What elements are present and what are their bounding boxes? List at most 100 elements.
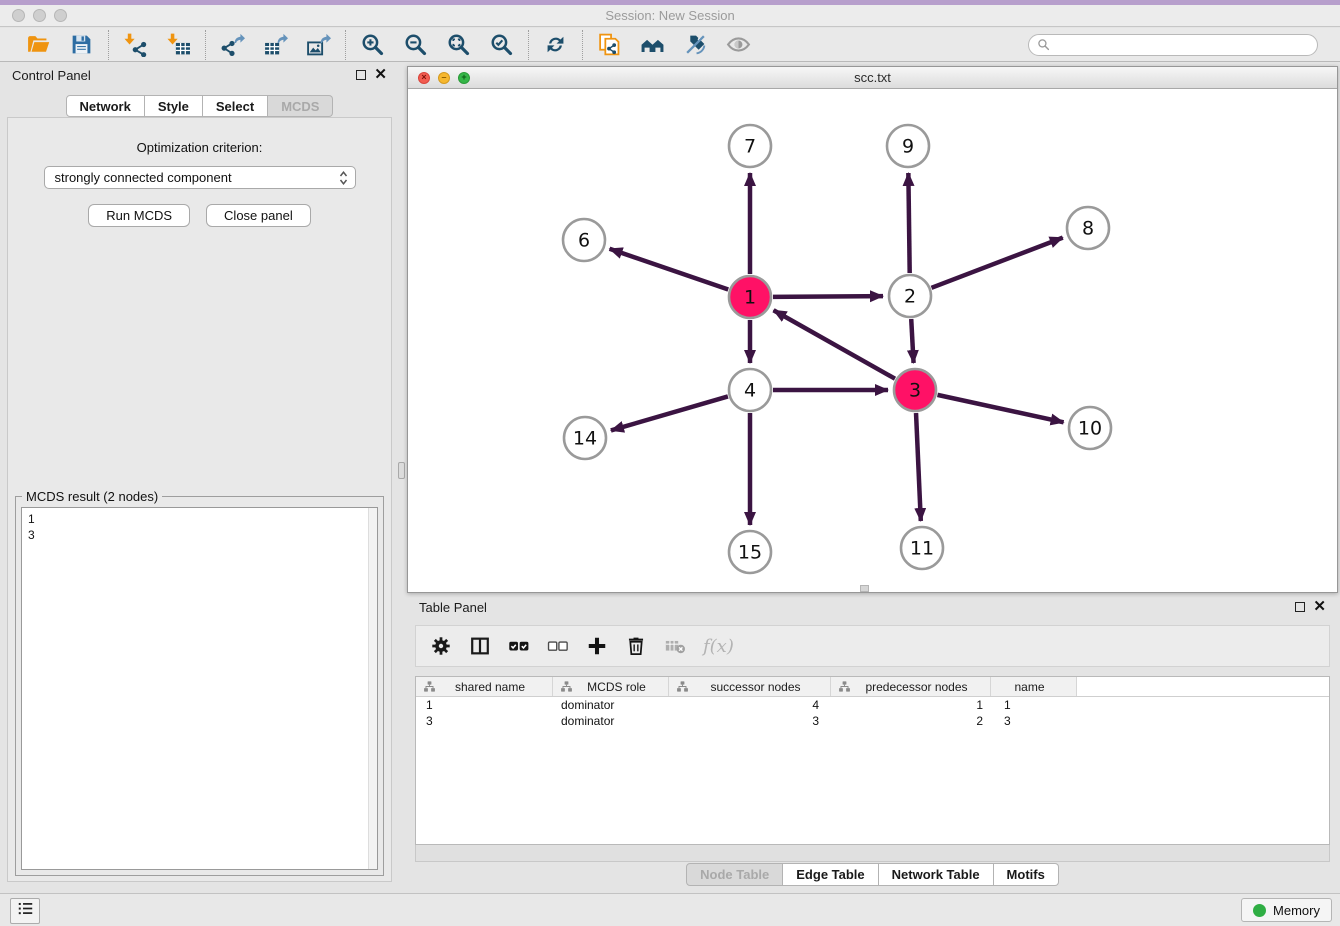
tab-select[interactable]: Select (203, 95, 268, 117)
tab-style[interactable]: Style (145, 95, 203, 117)
hide-labels-icon[interactable] (683, 32, 708, 57)
graph-node-9[interactable]: 9 (887, 125, 929, 167)
mcds-result-title: MCDS result (2 nodes) (22, 489, 162, 504)
table-cell[interactable]: 1 (416, 698, 553, 712)
home-icon[interactable] (640, 32, 665, 57)
network-resize-handle[interactable] (860, 585, 869, 592)
graph-node-3[interactable]: 3 (894, 369, 936, 411)
search-box[interactable] (1028, 34, 1318, 56)
save-session-icon[interactable] (69, 32, 94, 57)
export-table-icon[interactable] (263, 32, 288, 57)
delete-table-icon (664, 635, 686, 657)
memory-button[interactable]: Memory (1241, 898, 1332, 922)
graph-node-7[interactable]: 7 (729, 125, 771, 167)
graph-node-2[interactable]: 2 (889, 275, 931, 317)
column-header-shared-name[interactable]: shared name (416, 677, 553, 696)
zoom-in-icon[interactable] (360, 32, 385, 57)
close-table-panel-icon[interactable]: ✕ (1313, 602, 1326, 612)
import-table-icon[interactable] (166, 32, 191, 57)
panel-divider-handle[interactable] (398, 462, 405, 479)
mcds-result-area[interactable]: 13 (21, 507, 378, 870)
float-table-panel-icon[interactable] (1295, 602, 1305, 612)
column-header-MCDS-role[interactable]: MCDS role (553, 677, 669, 696)
memory-label: Memory (1273, 903, 1320, 918)
graph-edge-2-8[interactable] (931, 238, 1062, 288)
zoom-out-icon[interactable] (403, 32, 428, 57)
table-row[interactable]: 3dominator323 (416, 713, 1329, 729)
table-panel-title: Table Panel (419, 600, 487, 615)
graph-node-1[interactable]: 1 (729, 276, 771, 318)
table-cell[interactable]: 3 (669, 714, 831, 728)
graph-node-10[interactable]: 10 (1069, 407, 1111, 449)
table-cell[interactable]: 3 (991, 714, 1077, 728)
network-window-titlebar[interactable]: × – + scc.txt (408, 67, 1337, 89)
float-panel-icon[interactable] (356, 70, 366, 80)
delete-columns-icon[interactable] (625, 635, 647, 657)
graph-edge-2-3[interactable] (911, 319, 913, 363)
zoom-fit-icon[interactable] (446, 32, 471, 57)
table-cell[interactable]: 2 (831, 714, 991, 728)
add-column-icon[interactable] (586, 635, 608, 657)
export-network-icon[interactable] (220, 32, 245, 57)
automation-menu-button[interactable] (10, 898, 40, 924)
network-canvas[interactable]: 7 9 6 8 1 2 4 3 14 10 15 11 (408, 89, 1337, 592)
control-panel-header: Control Panel ✕ (0, 62, 399, 88)
graph-node-4[interactable]: 4 (729, 369, 771, 411)
graph-edge-3-1[interactable] (774, 310, 895, 378)
graph-node-14[interactable]: 14 (564, 417, 606, 459)
table-cell[interactable]: 4 (669, 698, 831, 712)
table-cell[interactable]: dominator (553, 714, 669, 728)
tab-network-table[interactable]: Network Table (879, 863, 994, 886)
tab-network[interactable]: Network (66, 95, 145, 117)
graph-edge-4-14[interactable] (611, 396, 728, 430)
column-header-name[interactable]: name (991, 677, 1077, 696)
column-header-predecessor-nodes[interactable]: predecessor nodes (831, 677, 991, 696)
zoom-selected-icon[interactable] (489, 32, 514, 57)
close-panel-button[interactable]: Close panel (206, 204, 311, 227)
graph-node-11[interactable]: 11 (901, 527, 943, 569)
graph-node-label: 2 (904, 286, 916, 308)
show-graphics-icon[interactable] (726, 32, 751, 57)
graph-node-label: 15 (738, 542, 762, 564)
graph-edge-3-10[interactable] (937, 395, 1063, 422)
graph-node-label: 10 (1078, 418, 1102, 440)
graph-node-6[interactable]: 6 (563, 219, 605, 261)
table-options-icon[interactable] (430, 635, 452, 657)
graph-edge-3-11[interactable] (916, 413, 921, 521)
column-header-successor-nodes[interactable]: successor nodes (669, 677, 831, 696)
mcds-result-group: MCDS result (2 nodes) 13 (15, 496, 384, 876)
criterion-dropdown[interactable]: strongly connected component (44, 166, 356, 189)
network-view-window: × – + scc.txt 7 9 6 8 1 2 4 3 14 10 15 11 (407, 66, 1338, 593)
run-mcds-button[interactable]: Run MCDS (88, 204, 190, 227)
show-columns-icon[interactable] (469, 635, 491, 657)
graph-node-8[interactable]: 8 (1067, 207, 1109, 249)
deselect-all-icon[interactable] (547, 635, 569, 657)
tab-motifs[interactable]: Motifs (994, 863, 1059, 886)
copy-network-icon[interactable] (597, 32, 622, 57)
search-input[interactable] (1055, 38, 1309, 52)
graph-edge-2-9[interactable] (908, 173, 909, 273)
import-network-icon[interactable] (123, 32, 148, 57)
graph-edge-1-6[interactable] (610, 249, 729, 290)
toolbar-group (583, 32, 765, 57)
open-session-icon[interactable] (26, 32, 51, 57)
graph-node-15[interactable]: 15 (729, 531, 771, 573)
close-panel-icon[interactable]: ✕ (374, 70, 387, 80)
table-cell[interactable]: dominator (553, 698, 669, 712)
toolbar-group (12, 32, 108, 57)
result-scrollbar[interactable] (368, 508, 377, 869)
tab-mcds[interactable]: MCDS (268, 95, 333, 117)
select-all-icon[interactable] (508, 635, 530, 657)
table-cell[interactable]: 1 (991, 698, 1077, 712)
tab-node-table[interactable]: Node Table (686, 863, 783, 886)
graph-edge-1-2[interactable] (773, 296, 883, 297)
mcds-panel: Optimization criterion: strongly connect… (7, 117, 392, 882)
tab-edge-table[interactable]: Edge Table (783, 863, 878, 886)
table-cell[interactable]: 3 (416, 714, 553, 728)
refresh-layout-icon[interactable] (543, 32, 568, 57)
table-header-row: shared nameMCDS rolesuccessor nodesprede… (416, 677, 1329, 697)
memory-status-dot (1253, 904, 1266, 917)
export-image-icon[interactable] (306, 32, 331, 57)
table-row[interactable]: 1dominator411 (416, 697, 1329, 713)
table-cell[interactable]: 1 (831, 698, 991, 712)
